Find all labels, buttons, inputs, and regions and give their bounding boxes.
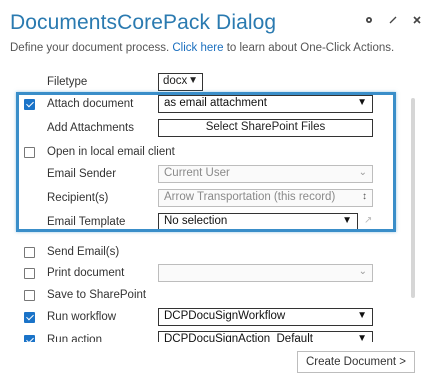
email-sender-select[interactable]: Current User ⌄ [158, 165, 373, 183]
open-local-email-checkbox[interactable] [24, 147, 35, 158]
chevron-down-icon: ▼ [357, 333, 367, 342]
email-sender-value: Current User [164, 167, 230, 179]
run-action-label: Run action [47, 334, 102, 342]
subtitle-text: Define your document process. [10, 42, 170, 54]
send-email-checkbox[interactable] [24, 247, 35, 258]
subtitle-text-end: to learn about One-Click Actions. [226, 42, 395, 54]
save-sharepoint-checkbox[interactable] [24, 290, 35, 301]
print-document-row: Print document ⌄ [10, 263, 400, 285]
click-here-link[interactable]: Click here [172, 42, 223, 54]
dialog-subtitle: Define your document process. Click here… [10, 42, 394, 54]
send-email-row: Send Email(s) [10, 242, 400, 264]
run-action-select[interactable]: DCPDocuSignAction_Default ▼ [158, 331, 373, 342]
recipients-row: Recipient(s) Arrow Transportation (this … [10, 188, 400, 210]
run-action-checkbox[interactable] [24, 335, 35, 342]
form-area: Filetype docx ▼ Attach document as email… [10, 70, 410, 342]
edit-icon[interactable] [387, 14, 399, 26]
filetype-value: docx [163, 75, 188, 87]
select-sharepoint-files-button[interactable]: Select SharePoint Files [158, 119, 373, 137]
run-workflow-checkbox[interactable] [24, 312, 35, 323]
save-sharepoint-label: Save to SharePoint [47, 289, 147, 301]
email-template-select[interactable]: No selection ▼ [158, 213, 358, 231]
email-sender-row: Email Sender Current User ⌄ [10, 164, 400, 186]
header-icons [363, 14, 423, 26]
attach-document-select[interactable]: as email attachment ▼ [158, 95, 373, 113]
attach-document-checkbox[interactable] [24, 99, 35, 110]
run-workflow-row: Run workflow DCPDocuSignWorkflow ▼ [10, 307, 400, 329]
save-sharepoint-row: Save to SharePoint [10, 285, 400, 307]
chevron-down-icon: ▼ [188, 75, 198, 86]
filetype-select[interactable]: docx ▼ [158, 73, 203, 91]
chevron-down-icon: ▼ [357, 310, 367, 321]
email-template-value: No selection [164, 215, 228, 227]
print-document-checkbox[interactable] [24, 268, 35, 279]
chevron-down-icon: ▼ [357, 97, 367, 108]
email-template-label: Email Template [47, 216, 126, 228]
filetype-label: Filetype [47, 76, 88, 88]
create-document-button[interactable]: Create Document > [297, 351, 415, 373]
scrollbar[interactable] [411, 98, 415, 298]
send-email-label: Send Email(s) [47, 246, 120, 258]
run-workflow-select[interactable]: DCPDocuSignWorkflow ▼ [158, 308, 373, 326]
run-workflow-value: DCPDocuSignWorkflow [164, 310, 286, 322]
updown-icon: ↕ [362, 191, 367, 202]
run-action-row: Run action DCPDocuSignAction_Default ▼ [10, 330, 400, 342]
open-local-email-label: Open in local email client [47, 146, 175, 158]
chevron-down-icon: ⌄ [358, 266, 367, 277]
add-attachments-row: Add Attachments Select SharePoint Files [10, 118, 400, 140]
email-sender-label: Email Sender [47, 168, 117, 180]
add-attachments-label: Add Attachments [47, 122, 134, 134]
external-link-icon[interactable]: ↗ [364, 215, 376, 227]
attach-document-label: Attach document [47, 98, 134, 110]
run-workflow-label: Run workflow [47, 311, 117, 323]
chevron-down-icon: ⌄ [358, 167, 367, 178]
dialog-title: DocumentsCorePack Dialog [10, 11, 277, 34]
attach-document-row: Attach document as email attachment ▼ [10, 94, 400, 116]
open-local-email-row: Open in local email client [10, 142, 400, 164]
recipients-label: Recipient(s) [47, 192, 109, 204]
print-document-select[interactable]: ⌄ [158, 264, 373, 282]
run-action-value: DCPDocuSignAction_Default [164, 333, 313, 342]
recipients-value: Arrow Transportation (this record) [164, 191, 336, 203]
filetype-row: Filetype docx ▼ [10, 72, 400, 94]
gear-icon[interactable] [363, 14, 375, 26]
print-document-label: Print document [47, 267, 125, 279]
email-template-row: Email Template No selection ▼ ↗ [10, 212, 400, 234]
chevron-down-icon: ▼ [342, 215, 352, 226]
close-icon[interactable] [411, 14, 423, 26]
recipients-select[interactable]: Arrow Transportation (this record) ↕ [158, 189, 373, 207]
attach-document-value: as email attachment [164, 97, 267, 109]
